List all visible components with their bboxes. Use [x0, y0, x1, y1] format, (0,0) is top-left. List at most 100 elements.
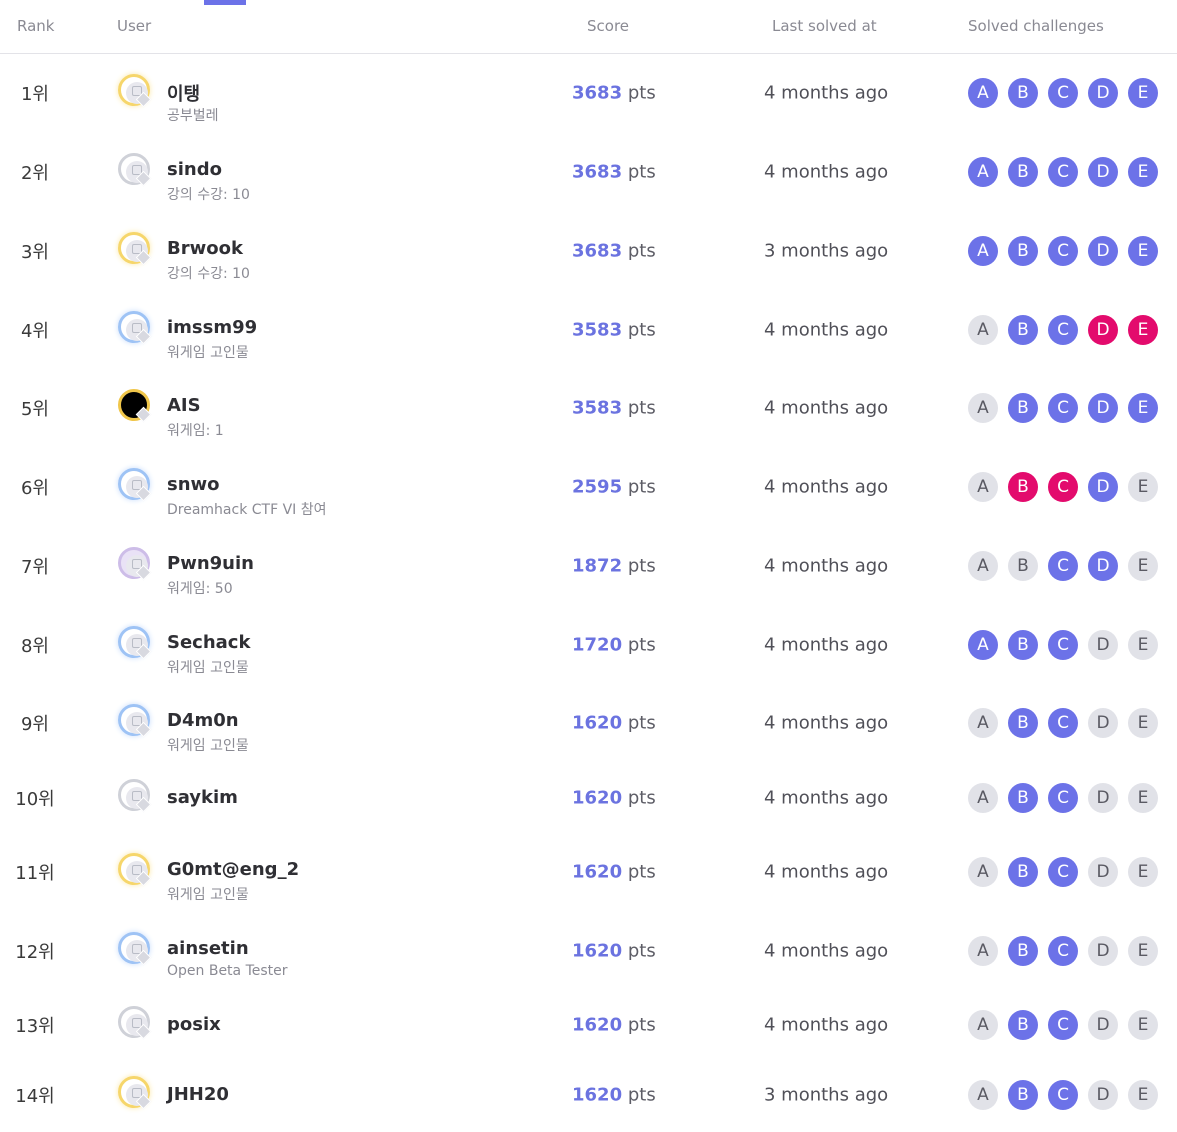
challenge-badge-b[interactable]: B [1008, 315, 1038, 345]
challenge-badge-b[interactable]: B [1008, 936, 1038, 966]
challenge-badge-e[interactable]: E [1128, 157, 1158, 187]
challenge-badge-a[interactable]: A [968, 708, 998, 738]
challenge-badge-c[interactable]: C [1048, 472, 1078, 502]
challenge-badge-d[interactable]: D [1088, 472, 1118, 502]
challenge-badge-e[interactable]: E [1128, 393, 1158, 423]
challenge-badge-a[interactable]: A [968, 1010, 998, 1040]
challenge-badge-a[interactable]: A [968, 315, 998, 345]
username-link[interactable]: AIS [167, 395, 201, 416]
username-link[interactable]: Pwn9uin [167, 553, 254, 574]
challenge-badge-b[interactable]: B [1008, 1080, 1038, 1110]
challenge-badge-c[interactable]: C [1048, 551, 1078, 581]
challenge-badge-e[interactable]: E [1128, 236, 1158, 266]
table-row[interactable]: 4위 워게임 고인물 imssm99 3583 pts 4 months ago A B C D… [0, 295, 1177, 365]
header-user[interactable]: User [117, 17, 151, 35]
avatar[interactable] [118, 626, 152, 660]
avatar[interactable] [118, 232, 152, 266]
challenge-badge-c[interactable]: C [1048, 1010, 1078, 1040]
challenge-badge-d[interactable]: D [1088, 78, 1118, 108]
table-row[interactable]: 8위 워게임 고인물 Sechack 1720 pts 4 months ago A B C D… [0, 610, 1177, 680]
challenge-badge-d[interactable]: D [1088, 236, 1118, 266]
challenge-badge-a[interactable]: A [968, 1080, 998, 1110]
challenge-badge-a[interactable]: A [968, 630, 998, 660]
challenge-badge-e[interactable]: E [1128, 1010, 1158, 1040]
challenge-badge-b[interactable]: B [1008, 708, 1038, 738]
challenge-badge-b[interactable]: B [1008, 1010, 1038, 1040]
table-row[interactable]: 10위 saykim 1620 pts 4 months ago A B C D E [0, 763, 1177, 833]
challenge-badge-d[interactable]: D [1088, 936, 1118, 966]
username-link[interactable]: snwo [167, 474, 220, 495]
challenge-badge-d[interactable]: D [1088, 551, 1118, 581]
avatar[interactable] [118, 1076, 152, 1110]
challenge-badge-e[interactable]: E [1128, 78, 1158, 108]
table-row[interactable]: 12위 Open Beta Tester ainsetin 1620 pts 4 mon… [0, 916, 1177, 986]
challenge-badge-c[interactable]: C [1048, 393, 1078, 423]
challenge-badge-d[interactable]: D [1088, 157, 1118, 187]
avatar[interactable] [118, 547, 152, 581]
username-link[interactable]: saykim [167, 787, 238, 808]
header-score[interactable]: Score [587, 17, 629, 35]
challenge-badge-d[interactable]: D [1088, 708, 1118, 738]
challenge-badge-a[interactable]: A [968, 393, 998, 423]
challenge-badge-d[interactable]: D [1088, 1010, 1118, 1040]
challenge-badge-d[interactable]: D [1088, 630, 1118, 660]
challenge-badge-b[interactable]: B [1008, 472, 1038, 502]
challenge-badge-c[interactable]: C [1048, 236, 1078, 266]
challenge-badge-d[interactable]: D [1088, 1080, 1118, 1110]
challenge-badge-a[interactable]: A [968, 783, 998, 813]
table-row[interactable]: 14위 JHH20 1620 pts 3 months ago A B C D E [0, 1060, 1177, 1130]
challenge-badge-c[interactable]: C [1048, 630, 1078, 660]
header-solved-challenges[interactable]: Solved challenges [968, 17, 1104, 35]
challenge-badge-e[interactable]: E [1128, 857, 1158, 887]
avatar[interactable] [118, 932, 152, 966]
avatar[interactable] [118, 704, 152, 738]
username-link[interactable]: G0mt@eng_2 [167, 859, 299, 880]
username-link[interactable]: D4m0n [167, 710, 239, 731]
table-row[interactable]: 7위 워게임: 50 Pwn9uin 1872 pts 4 months ago A B C D… [0, 531, 1177, 601]
username-link[interactable]: imssm99 [167, 317, 257, 338]
challenge-badge-a[interactable]: A [968, 472, 998, 502]
avatar[interactable] [118, 153, 152, 187]
challenge-badge-b[interactable]: B [1008, 236, 1038, 266]
challenge-badge-c[interactable]: C [1048, 857, 1078, 887]
challenge-badge-e[interactable]: E [1128, 783, 1158, 813]
challenge-badge-e[interactable]: E [1128, 630, 1158, 660]
challenge-badge-e[interactable]: E [1128, 936, 1158, 966]
challenge-badge-c[interactable]: C [1048, 1080, 1078, 1110]
challenge-badge-a[interactable]: A [968, 936, 998, 966]
challenge-badge-a[interactable]: A [968, 157, 998, 187]
challenge-badge-d[interactable]: D [1088, 315, 1118, 345]
table-row[interactable]: 6위 Dreamhack CTF VI 참여 snwo 2595 pts 4 month… [0, 452, 1177, 522]
challenge-badge-a[interactable]: A [968, 78, 998, 108]
username-link[interactable]: Brwook [167, 238, 243, 259]
challenge-badge-e[interactable]: E [1128, 315, 1158, 345]
challenge-badge-e[interactable]: E [1128, 551, 1158, 581]
challenge-badge-c[interactable]: C [1048, 315, 1078, 345]
username-link[interactable]: posix [167, 1014, 221, 1035]
challenge-badge-c[interactable]: C [1048, 783, 1078, 813]
challenge-badge-c[interactable]: C [1048, 157, 1078, 187]
username-link[interactable]: sindo [167, 159, 222, 180]
table-row[interactable]: 3위 강의 수강: 10 Brwook 3683 pts 3 months ago A B C… [0, 216, 1177, 286]
avatar[interactable] [118, 853, 152, 887]
challenge-badge-b[interactable]: B [1008, 157, 1038, 187]
username-link[interactable]: Sechack [167, 632, 250, 653]
avatar[interactable] [118, 311, 152, 345]
username-link[interactable]: 이탱 [167, 80, 200, 106]
challenge-badge-b[interactable]: B [1008, 78, 1038, 108]
challenge-badge-d[interactable]: D [1088, 857, 1118, 887]
challenge-badge-c[interactable]: C [1048, 708, 1078, 738]
challenge-badge-e[interactable]: E [1128, 472, 1158, 502]
avatar[interactable] [118, 74, 152, 108]
challenge-badge-a[interactable]: A [968, 551, 998, 581]
challenge-badge-b[interactable]: B [1008, 551, 1038, 581]
avatar[interactable] [118, 779, 152, 813]
avatar[interactable] [118, 468, 152, 502]
challenge-badge-b[interactable]: B [1008, 630, 1038, 660]
username-link[interactable]: JHH20 [167, 1084, 229, 1105]
header-last-solved[interactable]: Last solved at [772, 17, 877, 35]
challenge-badge-b[interactable]: B [1008, 857, 1038, 887]
username-link[interactable]: ainsetin [167, 938, 249, 959]
avatar[interactable] [118, 389, 152, 423]
table-row[interactable]: 9위 워게임 고인물 D4m0n 1620 pts 4 months ago A B C D E [0, 688, 1177, 758]
